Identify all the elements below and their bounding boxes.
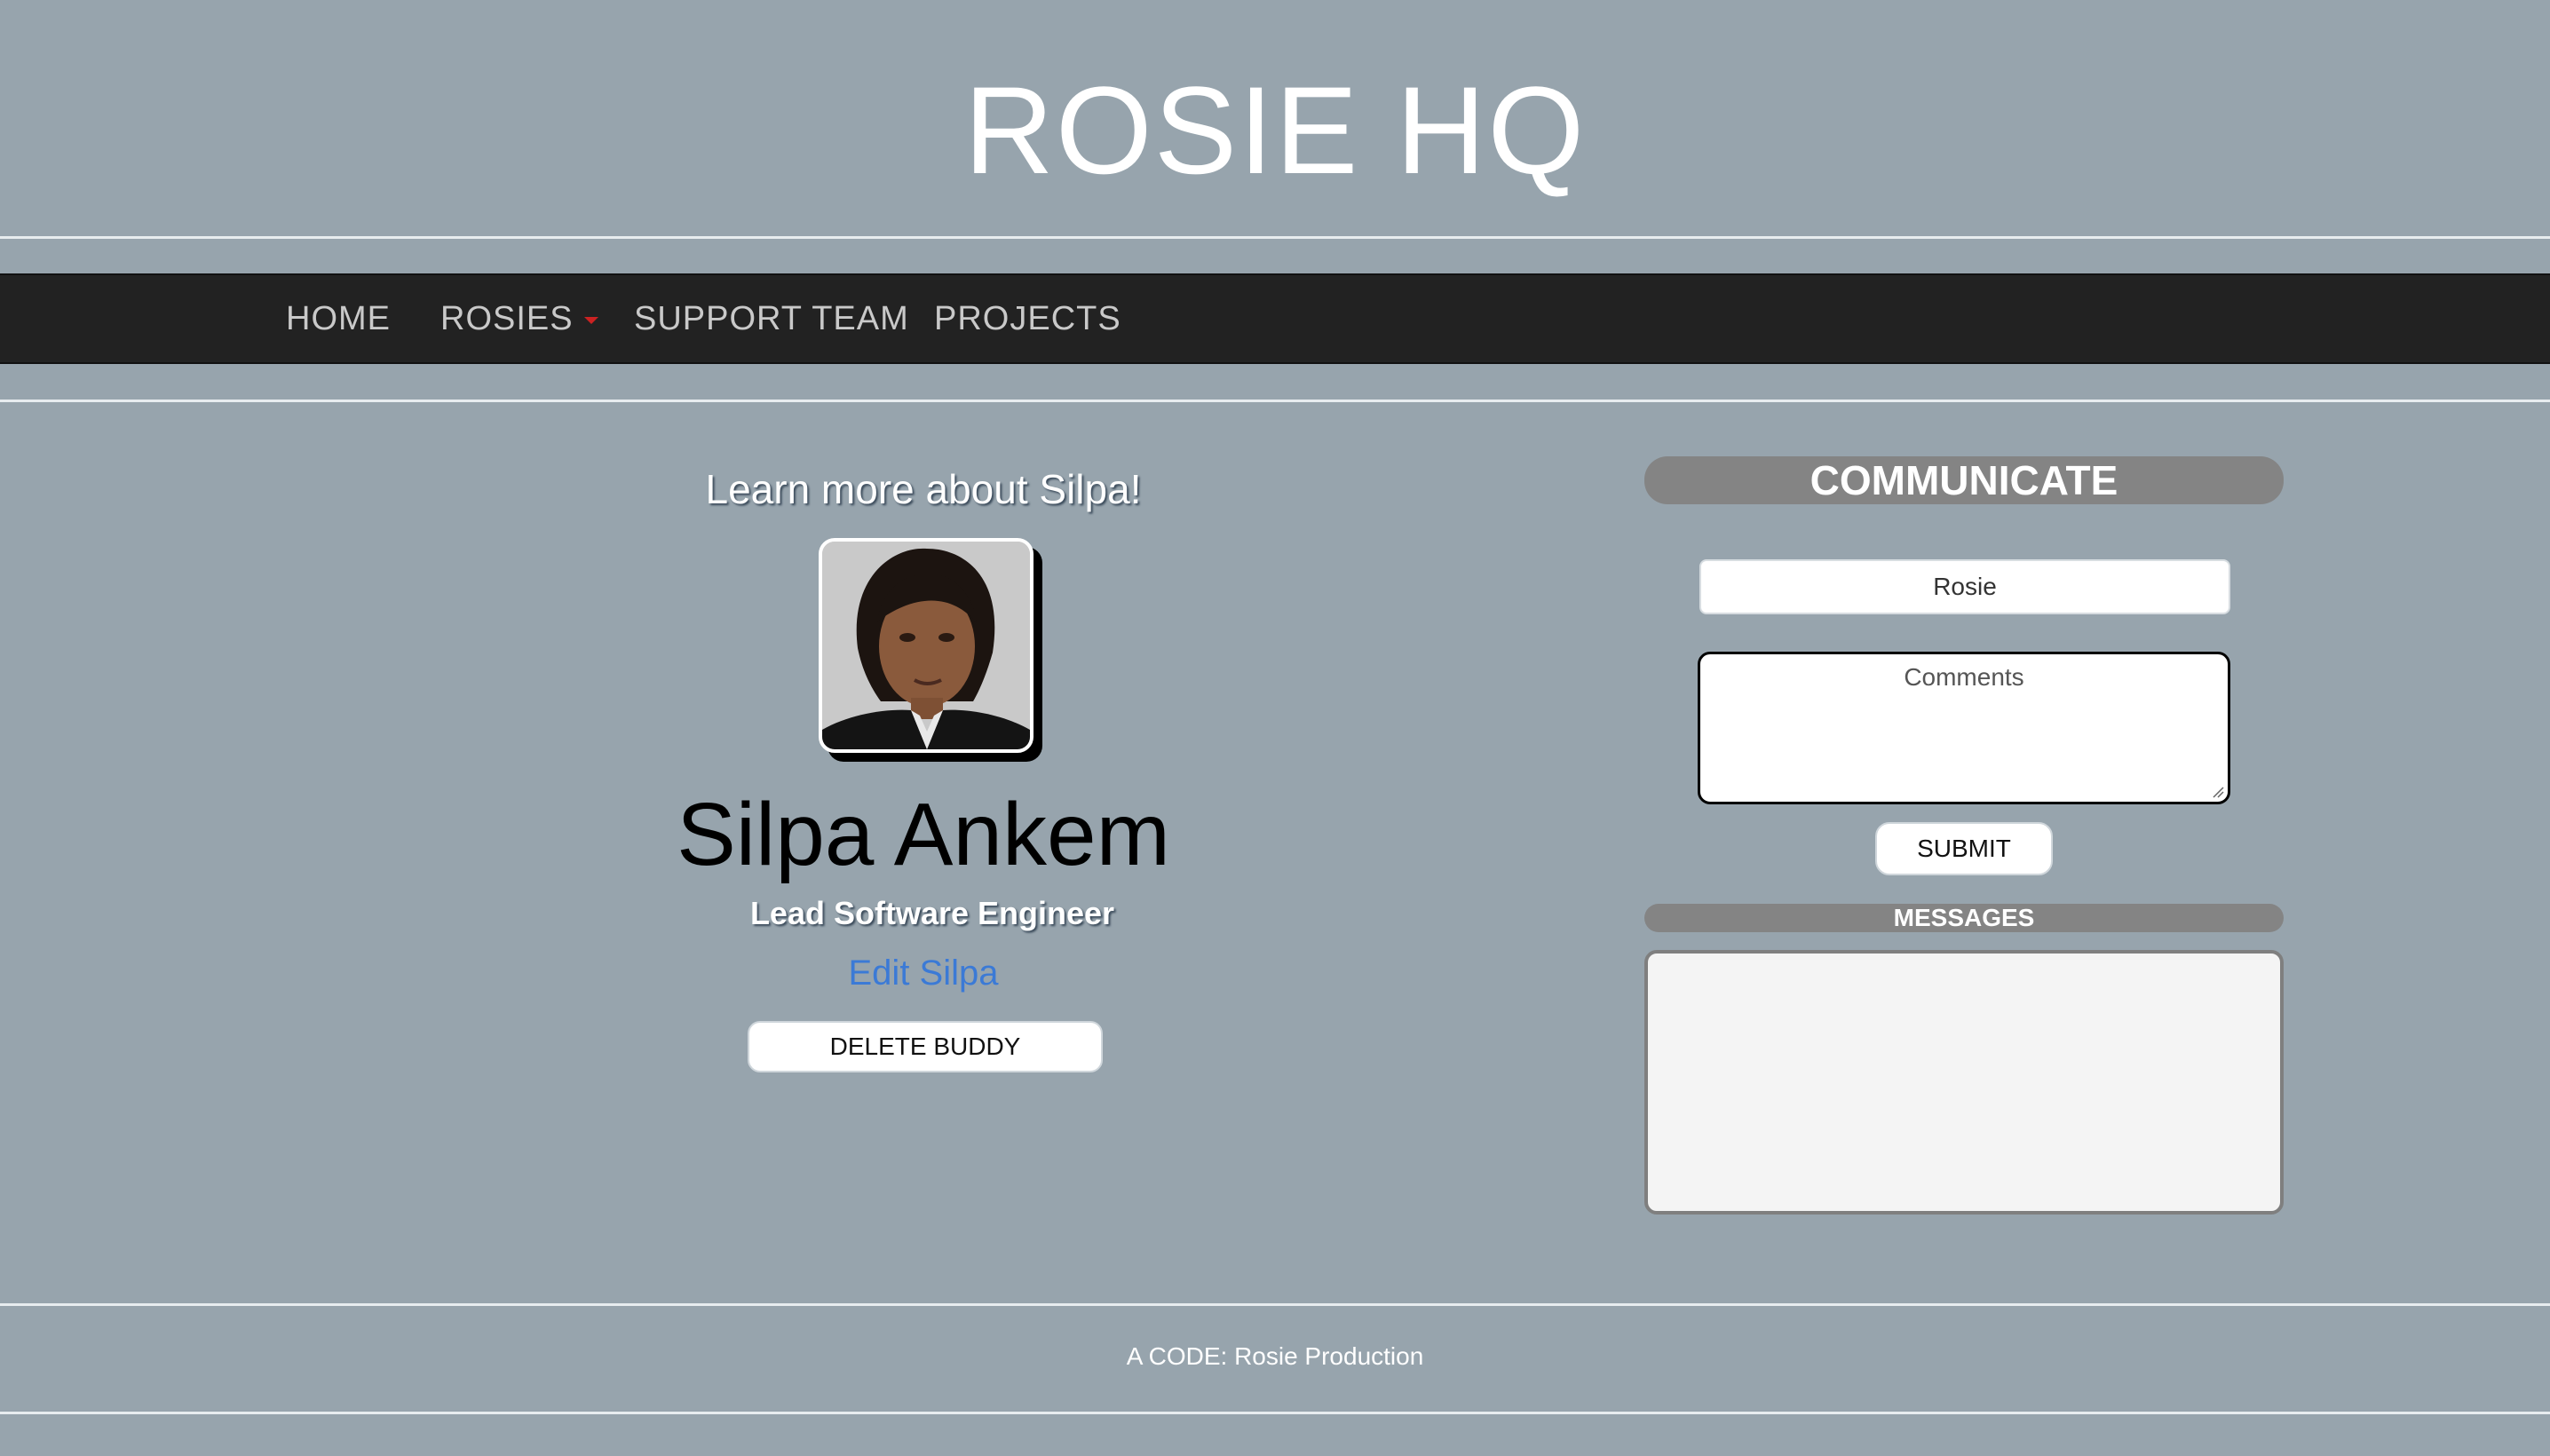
submit-button[interactable]: SUBMIT — [1875, 822, 2053, 875]
main-navbar: HOME ROSIES SUPPORT TEAM PROJECTS — [0, 273, 2550, 364]
nav-divider — [0, 400, 2550, 402]
profile-role: Lead Software Engineer — [749, 895, 1115, 931]
portrait-image — [822, 542, 1030, 749]
footer-top-divider — [0, 1303, 2550, 1306]
nav-projects-label: PROJECTS — [934, 300, 1121, 337]
messages-header: MESSAGES — [1644, 904, 2284, 932]
profile-photo — [819, 538, 1033, 753]
footer-bottom-divider — [0, 1412, 2550, 1414]
nav-home-label: HOME — [286, 300, 391, 337]
nav-home[interactable]: HOME — [286, 275, 391, 362]
profile-heading: Learn more about Silpa! — [705, 466, 1142, 512]
header-divider — [0, 236, 2550, 239]
edit-profile-link[interactable]: Edit Silpa — [701, 954, 1145, 993]
comments-placeholder: Comments — [1904, 663, 2024, 691]
communicate-header: COMMUNICATE — [1644, 456, 2284, 504]
nav-support-team[interactable]: SUPPORT TEAM — [634, 275, 909, 362]
caret-down-icon — [583, 316, 598, 324]
name-input[interactable]: Rosie — [1699, 559, 2230, 614]
nav-projects[interactable]: PROJECTS — [934, 275, 1121, 362]
footer-text: A CODE: Rosie Production — [1126, 1342, 1424, 1370]
nav-rosies-dropdown[interactable]: ROSIES — [440, 275, 598, 362]
nav-rosies-label: ROSIES — [440, 300, 574, 337]
comments-textarea[interactable]: Comments — [1698, 652, 2230, 804]
resize-handle-icon[interactable] — [2212, 786, 2224, 798]
site-title: ROSIE HQ — [963, 60, 1587, 200]
delete-buddy-button[interactable]: DELETE BUDDY — [748, 1021, 1103, 1072]
messages-panel — [1644, 950, 2284, 1215]
nav-support-team-label: SUPPORT TEAM — [634, 300, 909, 337]
profile-name: Silpa Ankem — [677, 785, 1170, 884]
